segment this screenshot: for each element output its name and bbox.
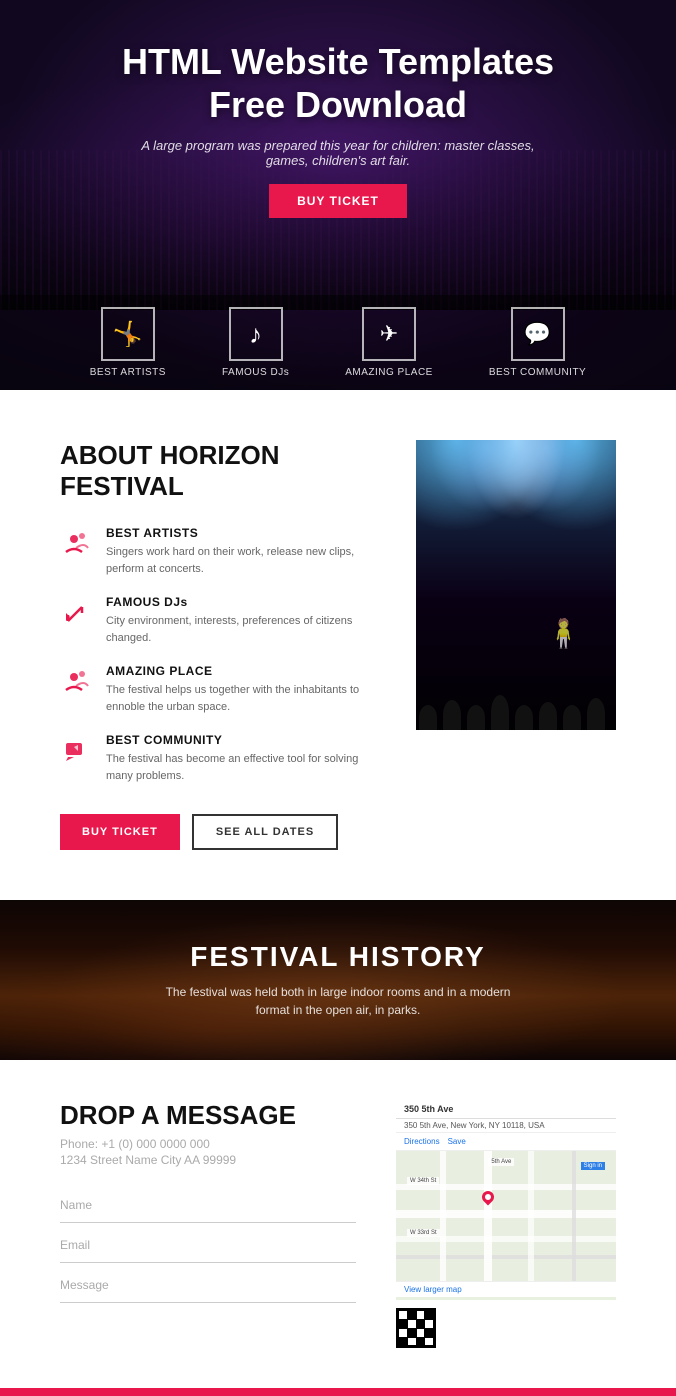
- crowd-head: [467, 705, 485, 730]
- crowd-head: [443, 700, 461, 730]
- amazing-place-label: AMAZING PLACE: [345, 367, 433, 378]
- hero-icons-bar: 🤸 BEST ARTISTS ♪ FAMOUS DJs ✈ AMAZING PL…: [0, 295, 676, 390]
- best-artists-icon: [60, 528, 92, 560]
- crowd-head: [491, 695, 509, 730]
- famous-djs-icon: [60, 597, 92, 629]
- famous-djs-desc: City environment, interests, preferences…: [106, 613, 376, 646]
- about-buy-ticket-button[interactable]: BUY TICKET: [60, 814, 180, 850]
- famous-djs-title: FAMOUS DJs: [106, 595, 376, 609]
- about-item-famous-djs: FAMOUS DJs City environment, interests, …: [60, 595, 376, 646]
- hero-subtitle: A large program was prepared this year f…: [128, 138, 548, 168]
- map-qr-code: [396, 1308, 436, 1348]
- map-label-street2: W 33rd St: [407, 1229, 440, 1237]
- chat-bubble-icon: 💬: [524, 321, 551, 347]
- best-artists-desc: Singers work hard on their work, release…: [106, 544, 376, 577]
- map-subheader-full-address: 350 5th Ave, New York, NY 10118, USA: [396, 1119, 616, 1133]
- email-input[interactable]: [60, 1227, 356, 1263]
- hero-icon-best-artists: 🤸 BEST ARTISTS: [62, 295, 194, 390]
- crowd-head: [539, 702, 557, 730]
- about-image-right: 🧍: [416, 440, 616, 850]
- about-text-best-community: BEST COMMUNITY The festival has become a…: [106, 733, 376, 784]
- map-container[interactable]: 350 5th Ave 350 5th Ave, New York, NY 10…: [396, 1100, 616, 1300]
- festival-history-section: FESTIVAL HISTORY The festival was held b…: [0, 900, 676, 1060]
- hero-icon-best-community: 💬 BEST COMMUNITY: [461, 295, 614, 390]
- message-input[interactable]: [60, 1267, 356, 1303]
- best-artists-label: BEST ARTISTS: [90, 367, 166, 378]
- about-text-best-artists: BEST ARTISTS Singers work hard on their …: [106, 526, 376, 577]
- contact-map-right: 350 5th Ave 350 5th Ave, New York, NY 10…: [396, 1100, 616, 1348]
- crowd-silhouette: [416, 650, 616, 730]
- amazing-place-icon: [60, 666, 92, 698]
- festival-history-content: FESTIVAL HISTORY The festival was held b…: [158, 941, 518, 1019]
- contact-address: 1234 Street Name City AA 99999: [60, 1153, 356, 1167]
- chat-icon-box: 💬: [511, 307, 565, 361]
- hero-crowd-overlay: [0, 150, 676, 310]
- about-item-amazing-place: AMAZING PLACE The festival helps us toge…: [60, 664, 376, 715]
- map-location-pin: [480, 1188, 497, 1205]
- map-label-ave: 5th Ave: [488, 1158, 514, 1166]
- contact-section: DROP A MESSAGE Phone: +1 (0) 000 0000 00…: [0, 1060, 676, 1388]
- crowd-head: [419, 705, 437, 730]
- contact-phone: Phone: +1 (0) 000 0000 000: [60, 1137, 356, 1151]
- email-field-wrapper: [60, 1227, 356, 1263]
- hero-icon-amazing-place: ✈ AMAZING PLACE: [317, 295, 461, 390]
- map-save-link[interactable]: Save: [448, 1137, 466, 1146]
- about-item-best-community: BEST COMMUNITY The festival has become a…: [60, 733, 376, 784]
- crowd-head: [515, 705, 533, 730]
- person-icon: 🤸: [113, 320, 143, 349]
- amazing-place-title: AMAZING PLACE: [106, 664, 376, 678]
- about-list: BEST ARTISTS Singers work hard on their …: [60, 526, 376, 784]
- famous-djs-label: FAMOUS DJs: [222, 367, 289, 378]
- map-view-larger-link[interactable]: View larger map: [396, 1281, 616, 1297]
- message-field-wrapper: [60, 1267, 356, 1303]
- about-content-left: ABOUT HORIZON FESTIVAL BEST ARTISTS Sing…: [60, 440, 376, 850]
- map-visual: W 34th St W 33rd St 5th Ave Sign in: [396, 1151, 616, 1281]
- performer-silhouette: 🧍: [546, 617, 581, 650]
- about-title: ABOUT HORIZON FESTIVAL: [60, 440, 376, 502]
- map-header-address: 350 5th Ave: [396, 1100, 616, 1119]
- map-label-street: W 34th St: [407, 1177, 439, 1185]
- see-all-dates-button[interactable]: SEE ALL DATES: [192, 814, 338, 850]
- name-input[interactable]: [60, 1187, 356, 1223]
- hero-title: HTML Website Templates Free Download: [122, 40, 554, 126]
- person-icon-box: 🤸: [101, 307, 155, 361]
- plane-icon-box: ✈: [362, 307, 416, 361]
- about-section: ABOUT HORIZON FESTIVAL BEST ARTISTS Sing…: [0, 390, 676, 900]
- best-artists-title: BEST ARTISTS: [106, 526, 376, 540]
- plane-icon: ✈: [380, 321, 398, 347]
- hero-icon-famous-djs: ♪ FAMOUS DJs: [194, 295, 317, 390]
- music-icon-box: ♪: [229, 307, 283, 361]
- best-community-desc: The festival has become an effective too…: [106, 751, 376, 784]
- contact-form: [60, 1187, 356, 1307]
- map-sign-in: Sign in: [581, 1162, 605, 1170]
- map-actions-bar: Directions Save: [396, 1133, 616, 1151]
- hero-section: HTML Website Templates Free Download A l…: [0, 0, 676, 390]
- amazing-place-desc: The festival helps us together with the …: [106, 682, 376, 715]
- music-note-icon: ♪: [249, 319, 262, 350]
- about-item-best-artists: BEST ARTISTS Singers work hard on their …: [60, 526, 376, 577]
- crowd-head: [587, 698, 605, 730]
- contact-form-left: DROP A MESSAGE Phone: +1 (0) 000 0000 00…: [60, 1100, 356, 1348]
- map-directions-link[interactable]: Directions: [404, 1137, 440, 1146]
- about-text-amazing-place: AMAZING PLACE The festival helps us toge…: [106, 664, 376, 715]
- concert-stage-image: 🧍: [416, 440, 616, 730]
- festival-history-description: The festival was held both in large indo…: [158, 983, 518, 1019]
- bottom-accent-bar: [0, 1388, 676, 1396]
- name-field-wrapper: [60, 1187, 356, 1223]
- festival-history-title: FESTIVAL HISTORY: [158, 941, 518, 973]
- best-community-label: BEST COMMUNITY: [489, 367, 586, 378]
- best-community-icon: [60, 735, 92, 767]
- contact-title: DROP A MESSAGE: [60, 1100, 356, 1131]
- about-text-famous-djs: FAMOUS DJs City environment, interests, …: [106, 595, 376, 646]
- best-community-title: BEST COMMUNITY: [106, 733, 376, 747]
- about-buttons: BUY TICKET SEE ALL DATES: [60, 814, 376, 850]
- hero-buy-ticket-button[interactable]: BUY TICKET: [269, 184, 407, 218]
- crowd-head: [563, 705, 581, 730]
